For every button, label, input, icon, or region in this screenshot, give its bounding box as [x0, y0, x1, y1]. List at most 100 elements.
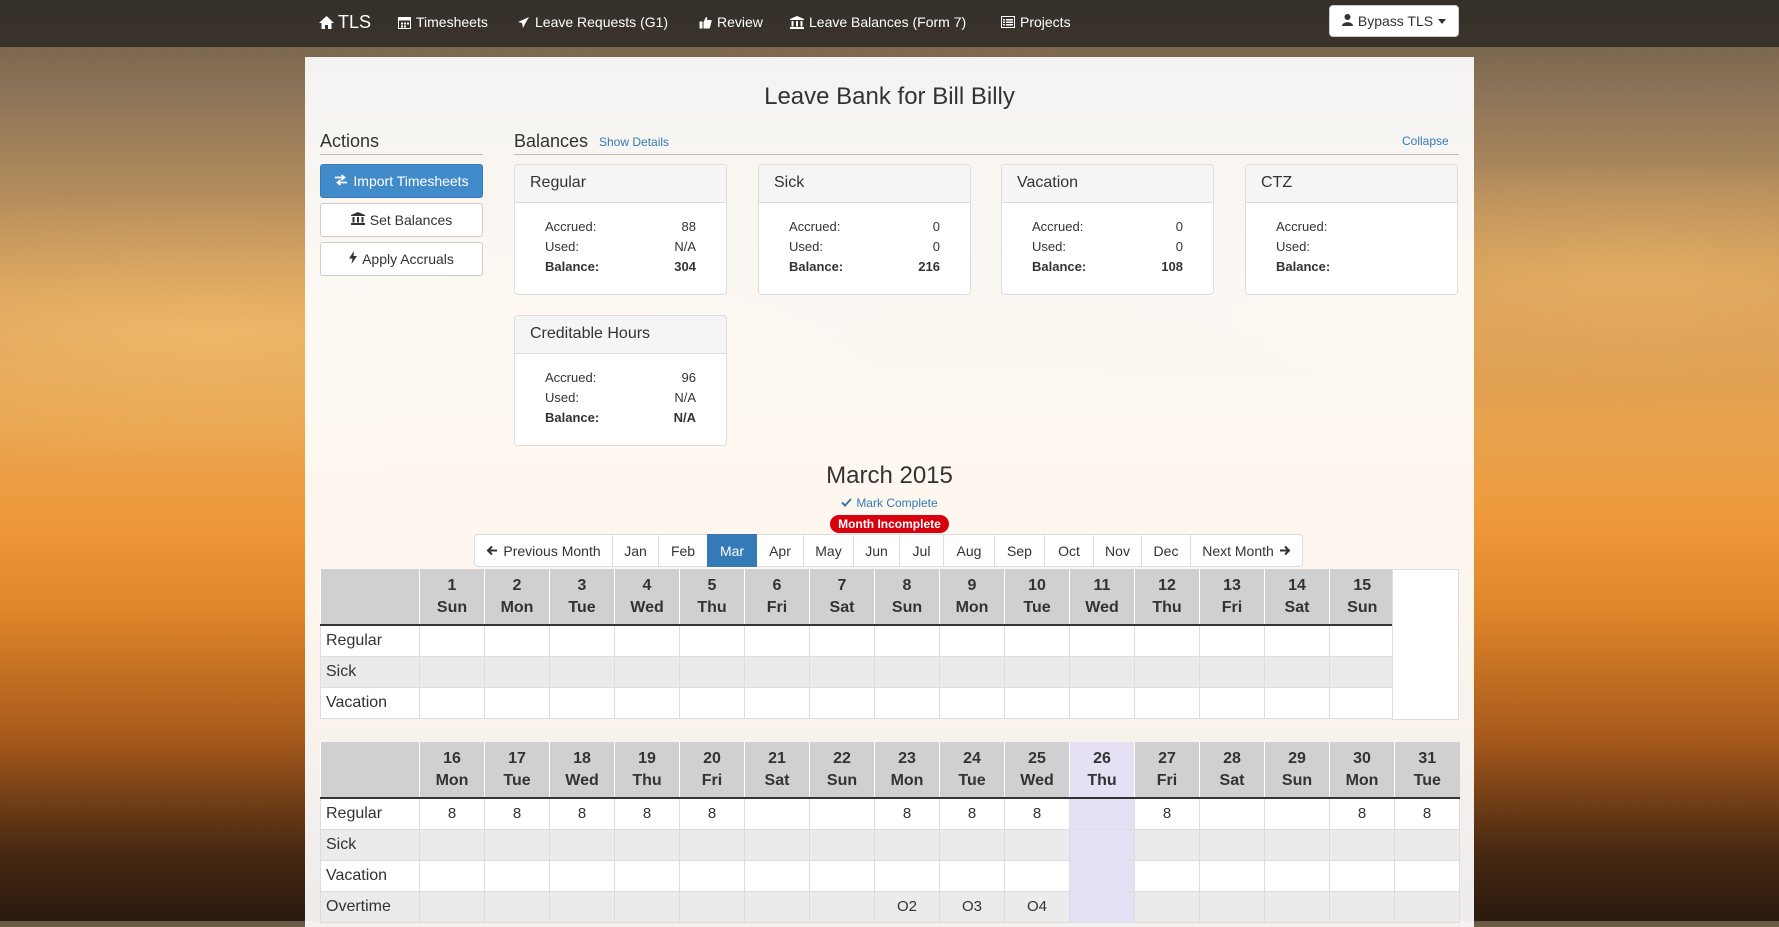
hours-cell[interactable]	[874, 828, 940, 861]
hours-cell[interactable]	[1134, 828, 1200, 861]
previous-month-button[interactable]: Previous Month	[474, 534, 613, 567]
hours-cell[interactable]: O4	[1004, 890, 1070, 923]
hours-cell[interactable]	[484, 859, 550, 892]
hours-cell[interactable]	[1199, 624, 1265, 657]
hours-cell[interactable]	[1329, 686, 1395, 719]
next-month-button[interactable]: Next Month	[1190, 534, 1303, 567]
hours-cell[interactable]	[549, 859, 615, 892]
hours-cell[interactable]	[1004, 859, 1070, 892]
hours-cell[interactable]	[1264, 686, 1330, 719]
hours-cell[interactable]	[679, 655, 745, 688]
nav-leave-requests[interactable]: Leave Requests (G1)	[517, 14, 668, 30]
hours-cell[interactable]	[1199, 828, 1265, 861]
hours-cell[interactable]	[679, 624, 745, 657]
hours-cell[interactable]	[744, 890, 810, 923]
month-nov[interactable]: Nov	[1093, 534, 1142, 567]
nav-projects[interactable]: Projects	[1001, 14, 1071, 30]
hours-cell[interactable]	[744, 859, 810, 892]
month-sep[interactable]: Sep	[994, 534, 1045, 567]
hours-cell[interactable]	[939, 686, 1005, 719]
hours-cell[interactable]	[1134, 890, 1200, 923]
hours-cell[interactable]	[1329, 655, 1395, 688]
hours-cell[interactable]	[809, 890, 875, 923]
brand-link[interactable]: TLS	[318, 12, 371, 33]
month-mar[interactable]: Mar	[707, 534, 757, 567]
hours-cell[interactable]	[1069, 828, 1135, 861]
import-timesheets-button[interactable]: Import Timesheets	[320, 164, 483, 198]
hours-cell[interactable]	[1069, 859, 1135, 892]
hours-cell[interactable]	[614, 624, 680, 657]
hours-cell[interactable]	[1264, 624, 1330, 657]
hours-cell[interactable]	[1329, 890, 1395, 923]
hours-cell[interactable]	[744, 686, 810, 719]
hours-cell[interactable]: O2	[874, 890, 940, 923]
apply-accruals-button[interactable]: Apply Accruals	[320, 242, 483, 276]
hours-cell[interactable]	[1069, 797, 1135, 830]
month-may[interactable]: May	[803, 534, 854, 567]
hours-cell[interactable]	[874, 859, 940, 892]
month-jun[interactable]: Jun	[853, 534, 900, 567]
hours-cell[interactable]	[549, 828, 615, 861]
month-jul[interactable]: Jul	[899, 534, 944, 567]
hours-cell[interactable]	[419, 828, 485, 861]
hours-cell[interactable]	[419, 655, 485, 688]
hours-cell[interactable]	[1004, 686, 1070, 719]
hours-cell[interactable]	[484, 655, 550, 688]
hours-cell[interactable]	[1069, 624, 1135, 657]
hours-cell[interactable]	[1004, 624, 1070, 657]
hours-cell[interactable]	[809, 686, 875, 719]
hours-cell[interactable]	[1069, 655, 1135, 688]
hours-cell[interactable]	[939, 859, 1005, 892]
hours-cell[interactable]	[1199, 686, 1265, 719]
nav-leave-balances[interactable]: Leave Balances (Form 7)	[790, 14, 966, 30]
hours-cell[interactable]	[1134, 655, 1200, 688]
hours-cell[interactable]	[549, 655, 615, 688]
hours-cell[interactable]: 8	[1004, 797, 1070, 830]
hours-cell[interactable]	[614, 859, 680, 892]
hours-cell[interactable]	[484, 828, 550, 861]
hours-cell[interactable]	[549, 686, 615, 719]
hours-cell[interactable]	[1264, 655, 1330, 688]
hours-cell[interactable]	[744, 624, 810, 657]
hours-cell[interactable]	[419, 859, 485, 892]
hours-cell[interactable]	[1329, 624, 1395, 657]
hours-cell[interactable]	[1394, 828, 1460, 861]
hours-cell[interactable]	[744, 797, 810, 830]
nav-timesheets[interactable]: Timesheets	[398, 14, 488, 30]
hours-cell[interactable]: 8	[484, 797, 550, 830]
hours-cell[interactable]	[1134, 624, 1200, 657]
hours-cell[interactable]	[744, 655, 810, 688]
hours-cell[interactable]	[419, 686, 485, 719]
hours-cell[interactable]	[419, 624, 485, 657]
hours-cell[interactable]	[809, 859, 875, 892]
hours-cell[interactable]: O3	[939, 890, 1005, 923]
hours-cell[interactable]	[1394, 859, 1460, 892]
hours-cell[interactable]: 8	[1134, 797, 1200, 830]
hours-cell[interactable]	[939, 655, 1005, 688]
hours-cell[interactable]	[679, 686, 745, 719]
month-feb[interactable]: Feb	[658, 534, 708, 567]
hours-cell[interactable]	[614, 890, 680, 923]
show-details-link[interactable]: Show Details	[599, 135, 669, 149]
hours-cell[interactable]	[1004, 655, 1070, 688]
hours-cell[interactable]	[939, 828, 1005, 861]
hours-cell[interactable]	[1264, 859, 1330, 892]
hours-cell[interactable]: 8	[549, 797, 615, 830]
hours-cell[interactable]	[1264, 828, 1330, 861]
hours-cell[interactable]: 8	[419, 797, 485, 830]
hours-cell[interactable]	[484, 890, 550, 923]
hours-cell[interactable]	[809, 797, 875, 830]
month-oct[interactable]: Oct	[1044, 534, 1094, 567]
nav-review[interactable]: Review	[699, 14, 763, 30]
hours-cell[interactable]	[1069, 686, 1135, 719]
hours-cell[interactable]	[549, 624, 615, 657]
hours-cell[interactable]	[874, 624, 940, 657]
hours-cell[interactable]	[939, 624, 1005, 657]
hours-cell[interactable]	[1199, 655, 1265, 688]
hours-cell[interactable]	[1199, 859, 1265, 892]
user-dropdown-button[interactable]: Bypass TLS	[1329, 5, 1459, 37]
collapse-link[interactable]: Collapse	[1402, 134, 1449, 148]
hours-cell[interactable]: 8	[614, 797, 680, 830]
hours-cell[interactable]	[874, 655, 940, 688]
hours-cell[interactable]	[614, 686, 680, 719]
